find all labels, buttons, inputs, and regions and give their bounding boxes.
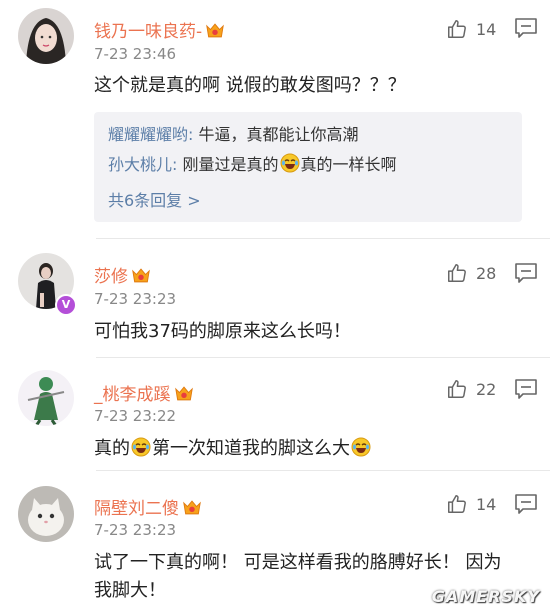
username-text[interactable]: _桃李成蹊 — [94, 385, 171, 405]
timestamp: 7-23 23:22 — [94, 407, 177, 425]
comment-icon[interactable] — [514, 378, 538, 400]
reply-text: 真的一样长啊 — [300, 155, 397, 174]
watermark: GAMERSKY — [431, 587, 540, 606]
like-count: 14 — [476, 19, 497, 39]
member-crown-icon — [131, 267, 151, 284]
comment-text: 可怕我37码的脚原来这么长吗！ — [94, 321, 351, 342]
comment-icon[interactable] — [514, 493, 538, 515]
comment-icon[interactable] — [514, 17, 538, 39]
thumbs-up-icon — [446, 493, 468, 515]
thumbs-up-icon — [446, 18, 468, 40]
comment-icon[interactable] — [514, 262, 538, 284]
username-text[interactable]: 莎修 — [94, 267, 128, 287]
like-button[interactable]: 14 — [446, 17, 496, 41]
comment-item: 钱乃一味良药- 7-23 23:46 14 这个就是真的啊 说假的敢发图吗？？？… — [0, 0, 550, 237]
like-button[interactable]: 14 — [446, 492, 496, 516]
member-crown-icon — [182, 499, 202, 516]
reply-username[interactable]: 孙大桃儿: — [108, 155, 177, 174]
username[interactable]: 莎修 — [94, 262, 151, 287]
member-crown-icon — [205, 22, 225, 39]
comment-text-part: 第一次知道我的脚这么大 — [152, 438, 350, 459]
avatar[interactable] — [18, 8, 74, 64]
reply-item: 孙大桃儿: 刚量过是真的 真的一样长啊 — [108, 151, 397, 175]
like-count: 14 — [476, 494, 497, 514]
more-replies-link[interactable]: 共6条回复 > — [108, 187, 201, 211]
timestamp: 7-23 23:46 — [94, 45, 177, 63]
comment-item: V 莎修 7-23 23:23 28 可怕我37码的脚原来这么长吗！ — [0, 239, 550, 357]
avatar[interactable] — [18, 486, 74, 542]
timestamp: 7-23 23:23 — [94, 290, 177, 308]
comment-text-part: 真的 — [94, 438, 130, 459]
comment-text-line: 试了一下真的啊！ 可是这样看我的胳膊好长！ 因为 — [94, 552, 502, 573]
reply-text: 刚量过是真的 — [177, 155, 279, 174]
timestamp: 7-23 23:23 — [94, 521, 177, 539]
laugh-cry-emoji-icon — [280, 153, 300, 173]
laugh-cry-emoji-icon — [131, 437, 151, 457]
reply-username[interactable]: 耀耀耀耀哟: — [108, 125, 193, 144]
laugh-cry-emoji-icon — [351, 437, 371, 457]
username[interactable]: 钱乃一味良药- — [94, 17, 225, 42]
reply-box: 耀耀耀耀哟: 牛逼，真都能让你高潮 孙大桃儿: 刚量过是真的 真的一样长啊 共6条… — [94, 112, 522, 222]
reply-text: 牛逼，真都能让你高潮 — [193, 125, 359, 144]
thumbs-up-icon — [446, 378, 468, 400]
like-button[interactable]: 28 — [446, 261, 496, 285]
comment-text: 真的 第一次知道我的脚这么大 — [94, 435, 530, 463]
username[interactable]: 隔壁刘二傻 — [94, 494, 202, 519]
avatar[interactable] — [18, 370, 74, 426]
username-text[interactable]: 隔壁刘二傻 — [94, 499, 179, 519]
thumbs-up-icon — [446, 262, 468, 284]
username[interactable]: _桃李成蹊 — [94, 380, 194, 405]
like-count: 28 — [476, 263, 497, 283]
comment-item: _桃李成蹊 7-23 23:22 22 真的 第一次知道我的脚这么大 — [0, 358, 550, 470]
member-crown-icon — [174, 385, 194, 402]
verified-badge: V — [55, 294, 77, 316]
like-count: 22 — [476, 379, 497, 399]
reply-item: 耀耀耀耀哟: 牛逼，真都能让你高潮 — [108, 121, 359, 145]
like-button[interactable]: 22 — [446, 377, 496, 401]
comment-text: 这个就是真的啊 说假的敢发图吗？？？ — [94, 75, 406, 96]
username-text[interactable]: 钱乃一味良药- — [94, 22, 202, 42]
